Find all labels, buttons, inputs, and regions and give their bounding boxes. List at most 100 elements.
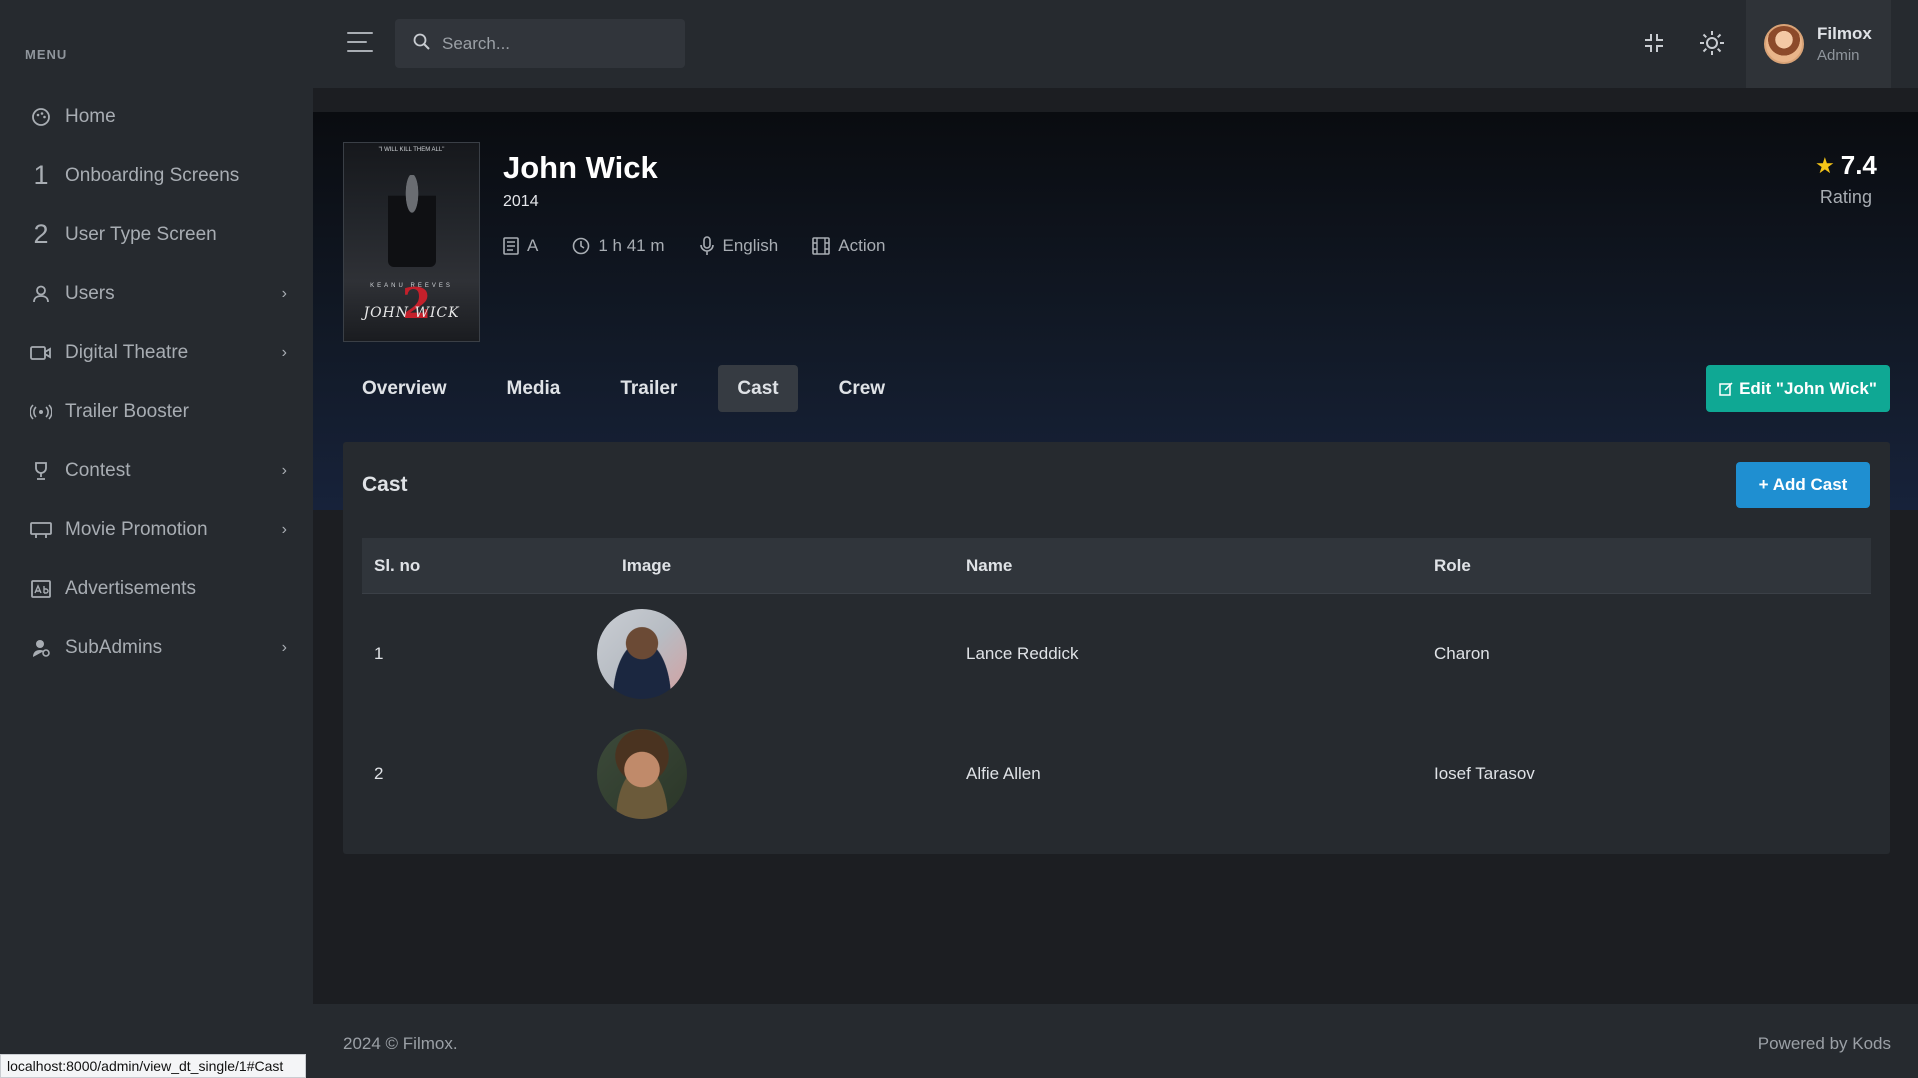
column-header: Image <box>622 555 672 575</box>
sidebar-item-digital-theatre[interactable]: Digital Theatre › <box>0 323 313 382</box>
tab-cast[interactable]: Cast <box>718 365 798 412</box>
sidebar-item-label: Contest <box>65 459 131 481</box>
film-icon <box>812 237 831 255</box>
chevron-right-icon: › <box>281 638 287 656</box>
sidebar-item-user-type-screen[interactable]: 2 User Type Screen <box>0 205 313 264</box>
broadcast-icon <box>30 401 52 423</box>
cell-image <box>597 729 966 819</box>
theme-toggle-sun-icon[interactable] <box>1698 29 1726 57</box>
meta-certificate: A <box>503 236 538 256</box>
column-header: Name <box>966 555 1013 575</box>
clock-icon <box>573 237 590 255</box>
star-icon: ★ <box>1815 152 1835 178</box>
browser-status-bar: localhost:8000/admin/view_dt_single/1#Ca… <box>0 1054 306 1078</box>
meta-duration: 1 h 41 m <box>572 236 665 256</box>
ad-icon <box>30 578 52 600</box>
cell-role: Iosef Tarasov <box>1434 764 1535 783</box>
column-header: Sl. no <box>374 555 421 575</box>
table-row: 2 Alfie Allen Iosef Tarasov <box>362 714 1871 834</box>
hamburger-menu-icon[interactable] <box>347 32 373 54</box>
cell-sl: 1 <box>374 644 384 663</box>
chevron-right-icon: › <box>281 461 287 479</box>
edit-movie-button[interactable]: Edit "John Wick" <box>1706 365 1890 412</box>
avatar <box>1764 24 1804 64</box>
table-header: Sl. no Image Name Role <box>362 538 1871 594</box>
cell-image <box>597 609 966 699</box>
number-one-icon: 1 <box>33 160 49 190</box>
top-header: Filmox Admin <box>313 0 1918 88</box>
profile-name: Filmox <box>1817 24 1872 43</box>
cast-photo <box>597 609 687 699</box>
admin-user-icon <box>30 637 52 659</box>
document-icon <box>503 237 519 255</box>
profile-role: Admin <box>1817 47 1860 64</box>
tab-overview[interactable]: Overview <box>343 365 466 412</box>
search-box[interactable] <box>395 19 685 68</box>
microphone-icon <box>699 236 714 255</box>
sidebar-item-users[interactable]: Users › <box>0 264 313 323</box>
sidebar-item-movie-promotion[interactable]: Movie Promotion › <box>0 500 313 559</box>
footer-copyright: 2024 © Filmox. <box>343 1034 458 1053</box>
rating-label: Rating <box>1819 187 1872 207</box>
sidebar-item-label: Trailer Booster <box>65 400 189 422</box>
sidebar-nav: Home 1 Onboarding Screens 2 User Type Sc… <box>0 87 313 677</box>
cell-name: Lance Reddick <box>966 644 1079 663</box>
cell-role: Charon <box>1434 644 1490 663</box>
sidebar: MENU Home 1 Onboarding Screens 2 User Ty… <box>0 0 313 1078</box>
number-two-icon: 2 <box>33 219 49 249</box>
search-input[interactable] <box>442 33 672 54</box>
cast-photo <box>597 729 687 819</box>
sidebar-item-label: Movie Promotion <box>65 518 208 540</box>
sidebar-item-subadmins[interactable]: SubAdmins › <box>0 618 313 677</box>
meta-language: English <box>699 236 778 256</box>
menu-title: MENU <box>25 47 68 62</box>
poster-tagline: "I WILL KILL THEM ALL" <box>378 147 445 153</box>
sidebar-item-label: Users <box>65 282 115 304</box>
cell-sl: 2 <box>374 764 384 783</box>
sidebar-item-trailer-booster[interactable]: Trailer Booster <box>0 382 313 441</box>
chevron-right-icon: › <box>281 520 287 538</box>
chevron-right-icon: › <box>281 343 287 361</box>
movie-title: John Wick <box>503 150 658 185</box>
video-icon <box>30 342 52 364</box>
sidebar-item-label: User Type Screen <box>65 223 217 245</box>
sidebar-item-label: Digital Theatre <box>65 341 189 363</box>
cast-title: Cast <box>362 473 408 496</box>
sidebar-item-contest[interactable]: Contest › <box>0 441 313 500</box>
poster-figure <box>388 175 436 267</box>
cast-table: Sl. no Image Name Role 1 Lance Reddick C… <box>362 538 1871 834</box>
sidebar-item-label: Onboarding Screens <box>65 164 240 186</box>
trophy-icon <box>30 460 52 482</box>
search-icon <box>413 33 430 55</box>
palette-icon <box>30 106 52 128</box>
meta-genre: Action <box>812 236 886 256</box>
sidebar-item-advertisements[interactable]: Advertisements <box>0 559 313 618</box>
sidebar-item-label: Home <box>65 105 116 127</box>
add-cast-button[interactable]: + Add Cast <box>1736 462 1870 508</box>
billboard-icon <box>30 519 52 541</box>
fullscreen-exit-icon[interactable] <box>1640 29 1668 57</box>
sidebar-item-label: Advertisements <box>65 577 196 599</box>
footer-powered-by: Powered by Kods <box>1757 1034 1891 1053</box>
column-header: Role <box>1434 555 1471 575</box>
sidebar-item-label: SubAdmins <box>65 636 163 658</box>
movie-tabs: Overview Media Trailer Cast Crew <box>343 365 926 412</box>
movie-meta: A 1 h 41 m English Action <box>503 236 920 256</box>
poster-title: JOHN WICK <box>363 305 460 321</box>
table-row: 1 Lance Reddick Charon <box>362 594 1871 714</box>
sidebar-item-onboarding-screens[interactable]: 1 Onboarding Screens <box>0 146 313 205</box>
chevron-right-icon: › <box>281 284 287 302</box>
user-icon <box>30 283 52 305</box>
footer: 2024 © Filmox. Powered by Kods <box>313 1004 1918 1078</box>
cell-name: Alfie Allen <box>966 764 1041 783</box>
movie-poster: "I WILL KILL THEM ALL" KEANU REEVES 2 JO… <box>343 142 480 342</box>
tab-crew[interactable]: Crew <box>820 365 904 412</box>
sidebar-item-home[interactable]: Home <box>0 87 313 146</box>
movie-rating: ★ 7.4 Rating <box>1815 150 1877 207</box>
edit-icon <box>1719 381 1733 396</box>
tab-media[interactable]: Media <box>488 365 580 412</box>
user-profile-menu[interactable]: Filmox Admin <box>1746 0 1891 88</box>
cast-card: Cast + Add Cast Sl. no Image Name Role 1… <box>343 442 1890 854</box>
tab-trailer[interactable]: Trailer <box>601 365 696 412</box>
movie-year: 2014 <box>503 193 539 210</box>
